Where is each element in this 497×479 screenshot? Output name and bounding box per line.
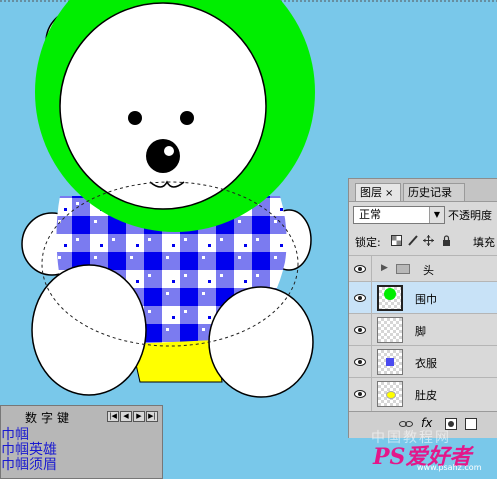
layer-divider [371,314,372,346]
layer-thumbnail [377,317,403,343]
layer-thumbnail [377,285,403,311]
left-leg [31,264,147,396]
layer-row-scarf[interactable]: 围巾 [349,281,497,314]
expand-arrow-icon[interactable]: ▶ [381,263,388,273]
next-page-icon[interactable]: ▶ [133,411,145,422]
blend-row: 正常 ▼ 不透明度 [349,203,497,227]
fill-label: 填充 [473,236,495,249]
ime-candidate[interactable]: 巾帼须眉 [1,458,57,473]
eye-icon[interactable] [354,324,366,336]
left-eye [128,111,142,125]
layer-divider [371,346,372,378]
opacity-label: 不透明度 [448,209,492,222]
layer-row-head-group[interactable]: ▶ 头 [349,255,497,282]
eye-icon[interactable] [354,292,366,304]
tab-layers[interactable]: 图层 × [355,183,401,201]
watermark: 中国教程网 PS爱好者 www.psahz.com [351,430,491,473]
head [59,2,267,210]
new-layer-icon[interactable] [465,418,477,430]
layer-name: 围巾 [415,293,437,306]
tab-history[interactable]: 历史记录 [403,183,465,201]
tab-history-label: 历史记录 [408,186,452,199]
blend-mode-select[interactable]: 正常 ▼ [353,206,445,224]
nose [146,139,180,173]
lock-all-icon[interactable] [441,235,452,246]
layer-divider [371,256,372,282]
ime-candidate[interactable]: 巾帼英雄 [1,443,57,458]
layer-row-feet[interactable]: 脚 [349,313,497,346]
folder-icon [396,264,410,274]
panel-tab-bar: 图层 × 历史记录 [349,179,497,202]
ime-candidate-panel: 数字键 |◀ ◀ ▶ ▶| 巾帼 巾帼英雄 巾帼须眉 [0,405,163,479]
layer-thumbnail [377,349,403,375]
clothes-thumb-shape [386,358,394,366]
layers-panel: 图层 × 历史记录 正常 ▼ 不透明度 锁定: 填充 ▶ 头 围巾 脚 衣服 肚… [348,178,497,438]
ime-title: 数字键 [25,411,74,425]
last-page-icon[interactable]: ▶| [146,411,158,422]
lock-row: 锁定: 填充 [349,229,497,253]
eye-icon[interactable] [354,356,366,368]
layer-divider [371,282,372,314]
first-page-icon[interactable]: |◀ [107,411,119,422]
layer-thumbnail [377,381,403,407]
watermark-url: www.psahz.com [417,463,482,472]
layer-name: 衣服 [415,357,437,370]
ime-candidate[interactable]: 巾帼 [1,428,29,443]
lock-brush-icon[interactable] [407,235,418,246]
eye-icon[interactable] [354,263,366,275]
lock-label: 锁定: [355,236,381,249]
scarf-thumb-shape [384,288,396,300]
right-leg [208,286,314,398]
blend-mode-value: 正常 [359,208,381,221]
tab-layers-label: 图层 [360,186,382,199]
layer-row-belly[interactable]: 肚皮 [349,377,497,412]
right-eye [180,111,194,125]
layer-row-clothes[interactable]: 衣服 [349,345,497,378]
lock-move-icon[interactable] [423,235,434,246]
prev-page-icon[interactable]: ◀ [120,411,132,422]
layer-name: 头 [423,264,434,277]
tab-close-icon[interactable]: × [385,188,393,199]
belly-thumb-shape [386,391,396,399]
layer-name: 脚 [415,325,426,338]
layer-name: 肚皮 [415,389,437,402]
eye-icon[interactable] [354,388,366,400]
layer-divider [371,378,372,412]
dropdown-arrow-icon[interactable]: ▼ [429,207,444,223]
lock-transparent-icon[interactable] [391,235,402,246]
